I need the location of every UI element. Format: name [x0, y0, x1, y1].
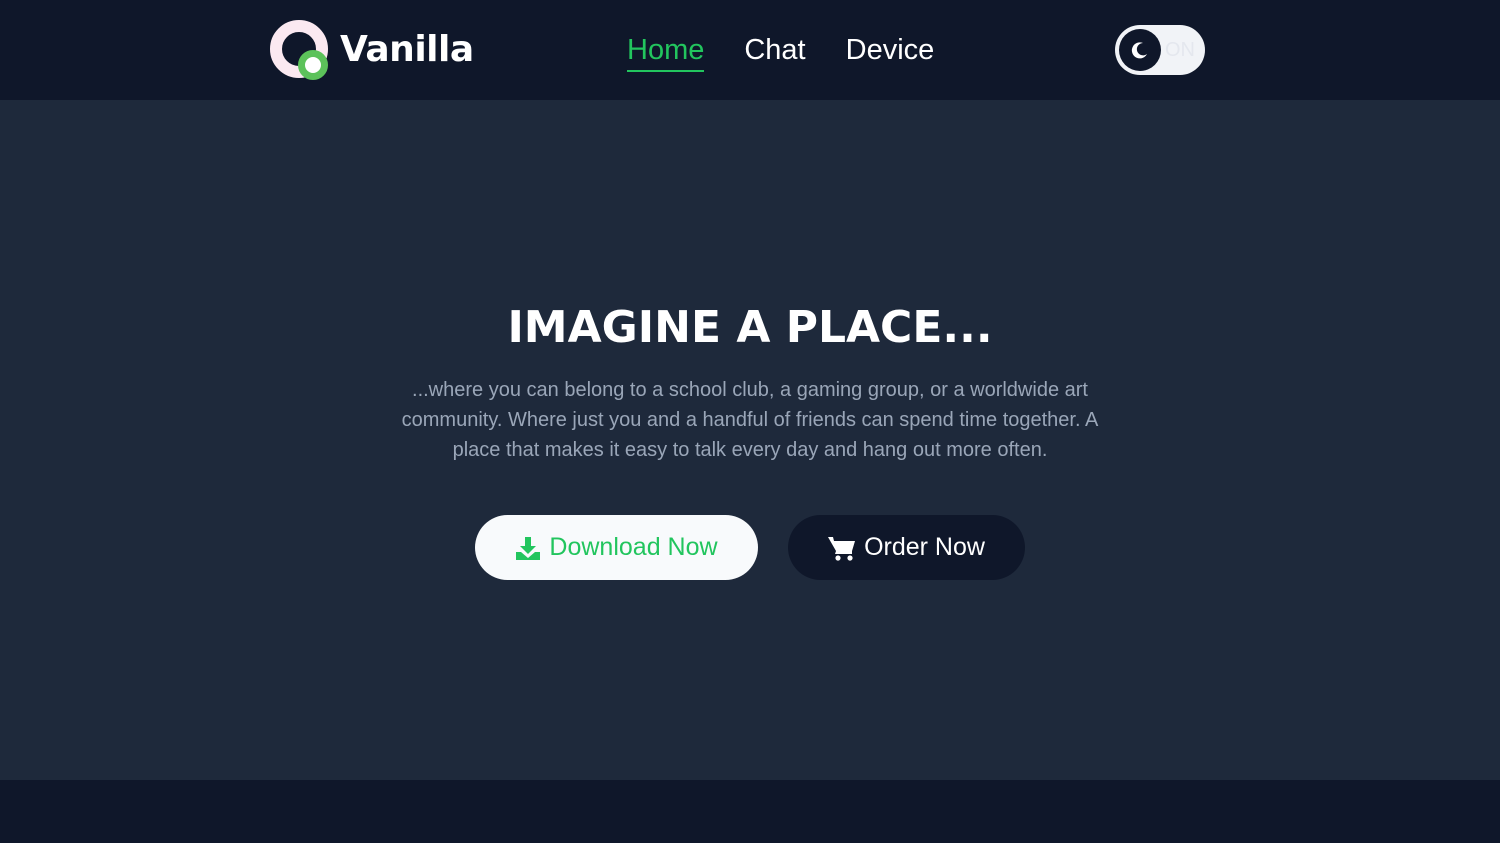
- cart-icon: [828, 535, 856, 561]
- logo-mark-icon: [270, 20, 330, 80]
- order-now-label: Order Now: [864, 533, 985, 561]
- nav-link-home[interactable]: Home: [627, 30, 705, 72]
- nav-link-chat[interactable]: Chat: [744, 30, 805, 72]
- brand-logo[interactable]: Vanilla: [270, 20, 474, 80]
- toggle-label: ON: [1165, 39, 1195, 61]
- hero-section: IMAGINE A PLACE... ...where you can belo…: [0, 100, 1500, 780]
- main-nav: Home Chat Device: [627, 30, 934, 72]
- hero-title: IMAGINE A PLACE...: [507, 302, 993, 353]
- nav-link-device[interactable]: Device: [846, 30, 935, 72]
- download-now-label: Download Now: [549, 533, 718, 561]
- download-icon: [515, 535, 541, 561]
- moon-icon: [1131, 42, 1147, 59]
- order-now-button[interactable]: Order Now: [788, 515, 1025, 580]
- dark-mode-toggle[interactable]: ON: [1115, 25, 1205, 75]
- brand-name: Vanilla: [340, 29, 474, 70]
- navbar: Vanilla Home Chat Device ON: [0, 0, 1500, 100]
- hero-description: ...where you can belong to a school club…: [401, 379, 1099, 461]
- toggle-knob: [1119, 29, 1161, 71]
- footer-band: [0, 780, 1500, 843]
- download-now-button[interactable]: Download Now: [475, 515, 758, 580]
